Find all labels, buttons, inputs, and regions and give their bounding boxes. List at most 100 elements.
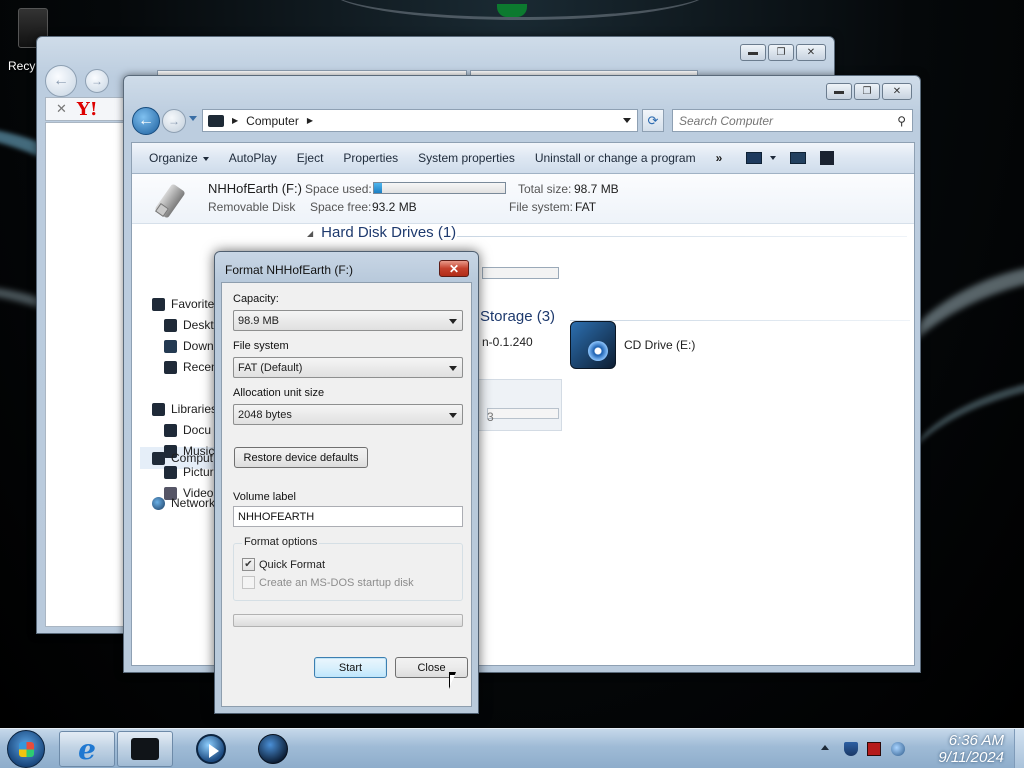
media-player-icon[interactable]	[196, 734, 226, 764]
restore-defaults-button[interactable]: Restore device defaults	[234, 447, 368, 468]
recycle-bin-label[interactable]: Recy	[8, 59, 35, 73]
group-divider	[457, 236, 907, 237]
start-button[interactable]: Start	[314, 657, 387, 678]
breadcrumb-separator-icon[interactable]: ▶	[232, 116, 238, 125]
nav-item-documents[interactable]: Docu	[164, 423, 211, 437]
clock-time: 6:36 AM	[948, 732, 1004, 749]
window-caption-buttons: ▬ ❐ ✕	[740, 44, 826, 61]
search-box[interactable]: ⚲	[672, 109, 913, 132]
search-icon[interactable]: ⚲	[897, 114, 906, 128]
nav-item-network[interactable]: Network	[152, 496, 215, 510]
network-tray-icon[interactable]	[891, 742, 905, 756]
nav-item-downloads[interactable]: Down	[164, 339, 214, 353]
format-dialog[interactable]: Format NHHofEarth (F:) ✕ Capacity: 98.9 …	[214, 251, 479, 714]
back-arrow-icon[interactable]: ←	[132, 107, 160, 135]
file-system-select[interactable]: FAT (Default)	[233, 357, 463, 378]
show-desktop-button[interactable]	[1014, 729, 1024, 768]
maximize-button[interactable]: ❐	[768, 44, 794, 61]
uninstall-program-button[interactable]: Uninstall or change a program	[525, 151, 706, 165]
dropdown-arrow-icon	[449, 413, 457, 418]
start-button[interactable]	[7, 730, 45, 768]
system-properties-button[interactable]: System properties	[408, 151, 525, 165]
search-input[interactable]	[679, 113, 889, 128]
properties-button[interactable]: Properties	[333, 151, 408, 165]
dialog-close-button[interactable]: ✕	[439, 260, 469, 277]
collapse-arrow-icon[interactable]: ◢	[307, 229, 313, 238]
tray-app-icon[interactable]	[867, 742, 881, 756]
minimize-button[interactable]: ▬	[740, 44, 766, 61]
quick-format-option[interactable]: ✔ Quick Format	[242, 558, 325, 571]
nav-label: Network	[171, 496, 216, 510]
action-center-icon[interactable]	[844, 742, 858, 756]
recent-pages-dropdown-icon[interactable]	[189, 116, 197, 121]
minimize-button[interactable]: ▬	[826, 83, 852, 100]
nav-label: Down	[183, 339, 214, 353]
space-free-label: Space free:	[310, 200, 372, 214]
nav-item-favorites[interactable]: Favorites	[152, 297, 220, 311]
forward-arrow-icon[interactable]: →	[162, 109, 186, 133]
volume-label-label: Volume label	[233, 491, 296, 503]
yahoo-logo-icon[interactable]: Y!	[77, 99, 98, 120]
change-view-icon[interactable]	[746, 152, 763, 164]
chevron-down-icon	[202, 156, 209, 161]
eject-button[interactable]: Eject	[287, 151, 334, 165]
star-icon	[152, 297, 165, 311]
total-size-label: Total size:	[518, 182, 572, 196]
forward-arrow-icon[interactable]: →	[85, 69, 109, 93]
stop-icon[interactable]: ✕	[56, 101, 67, 117]
cd-drive-label[interactable]: CD Drive (E:)	[624, 338, 695, 352]
autoplay-button[interactable]: AutoPlay	[219, 151, 287, 165]
close-button[interactable]: ✕	[796, 44, 826, 61]
cd-drive-icon[interactable]	[570, 321, 616, 369]
breadcrumb-computer[interactable]: Computer	[246, 114, 299, 128]
preview-pane-icon[interactable]	[790, 152, 807, 164]
nav-item-computer[interactable]: Comput	[152, 451, 213, 465]
total-size-value: 98.7 MB	[574, 182, 619, 196]
breadcrumb-separator-icon[interactable]: ▶	[307, 116, 313, 125]
checkbox-disabled-icon	[242, 576, 255, 589]
browser-content	[45, 122, 135, 627]
address-bar[interactable]: ▶ Computer ▶	[202, 109, 638, 132]
file-system-value: FAT	[575, 200, 597, 214]
nav-item-libraries[interactable]: Libraries	[152, 402, 217, 416]
clock[interactable]: 6:36 AM 9/11/2024	[938, 732, 1004, 766]
usb-drive-icon	[152, 181, 192, 219]
close-button[interactable]: Close	[395, 657, 468, 678]
nav-label: Favorites	[171, 297, 221, 311]
maximize-button[interactable]: ❐	[854, 83, 880, 100]
nav-item-desktop[interactable]: Deskto	[164, 318, 220, 332]
network-icon	[152, 496, 165, 510]
chevron-down-icon[interactable]	[770, 156, 777, 160]
refresh-button[interactable]: ⟳	[642, 109, 664, 132]
show-hidden-icons-icon[interactable]	[821, 745, 829, 750]
organize-button[interactable]: Organize	[132, 151, 219, 165]
storage-item-label[interactable]: n-0.1.240	[482, 335, 533, 349]
computer-icon	[152, 451, 165, 465]
taskbar: e 6:36 AM 9/11/2024	[0, 728, 1024, 768]
checkbox-checked-icon[interactable]: ✔	[242, 558, 255, 571]
format-progress-bar	[233, 614, 463, 627]
address-dropdown-icon[interactable]	[623, 118, 631, 123]
allocation-unit-select[interactable]: 2048 bytes	[233, 404, 463, 425]
nav-item-recent[interactable]: Recen	[164, 360, 218, 374]
volume-label-input[interactable]	[233, 506, 463, 527]
close-button[interactable]: ✕	[882, 83, 912, 100]
allocation-unit-value: 2048 bytes	[238, 408, 292, 421]
organize-label: Organize	[149, 151, 198, 165]
download-icon	[164, 339, 177, 353]
help-icon[interactable]	[820, 151, 835, 165]
group-header-storage[interactable]: Storage (3)	[480, 308, 555, 325]
nav-item-pictures[interactable]: Pictur	[164, 465, 214, 479]
globe-app-icon[interactable]	[258, 734, 288, 764]
capacity-select[interactable]: 98.9 MB	[233, 310, 463, 331]
taskbar-internet-explorer[interactable]: e	[59, 731, 115, 767]
quick-format-label[interactable]: Quick Format	[259, 559, 325, 571]
group-header-hard-disk-drives[interactable]: ◢ Hard Disk Drives (1)	[307, 224, 456, 241]
library-icon	[152, 402, 165, 416]
taskbar-explorer[interactable]	[117, 731, 173, 767]
explorer-icon	[131, 738, 159, 760]
back-arrow-icon[interactable]: ←	[45, 65, 77, 97]
nav-label: Libraries	[171, 402, 218, 416]
more-commands-button[interactable]: »	[706, 151, 733, 165]
space-used-bar	[373, 182, 506, 194]
